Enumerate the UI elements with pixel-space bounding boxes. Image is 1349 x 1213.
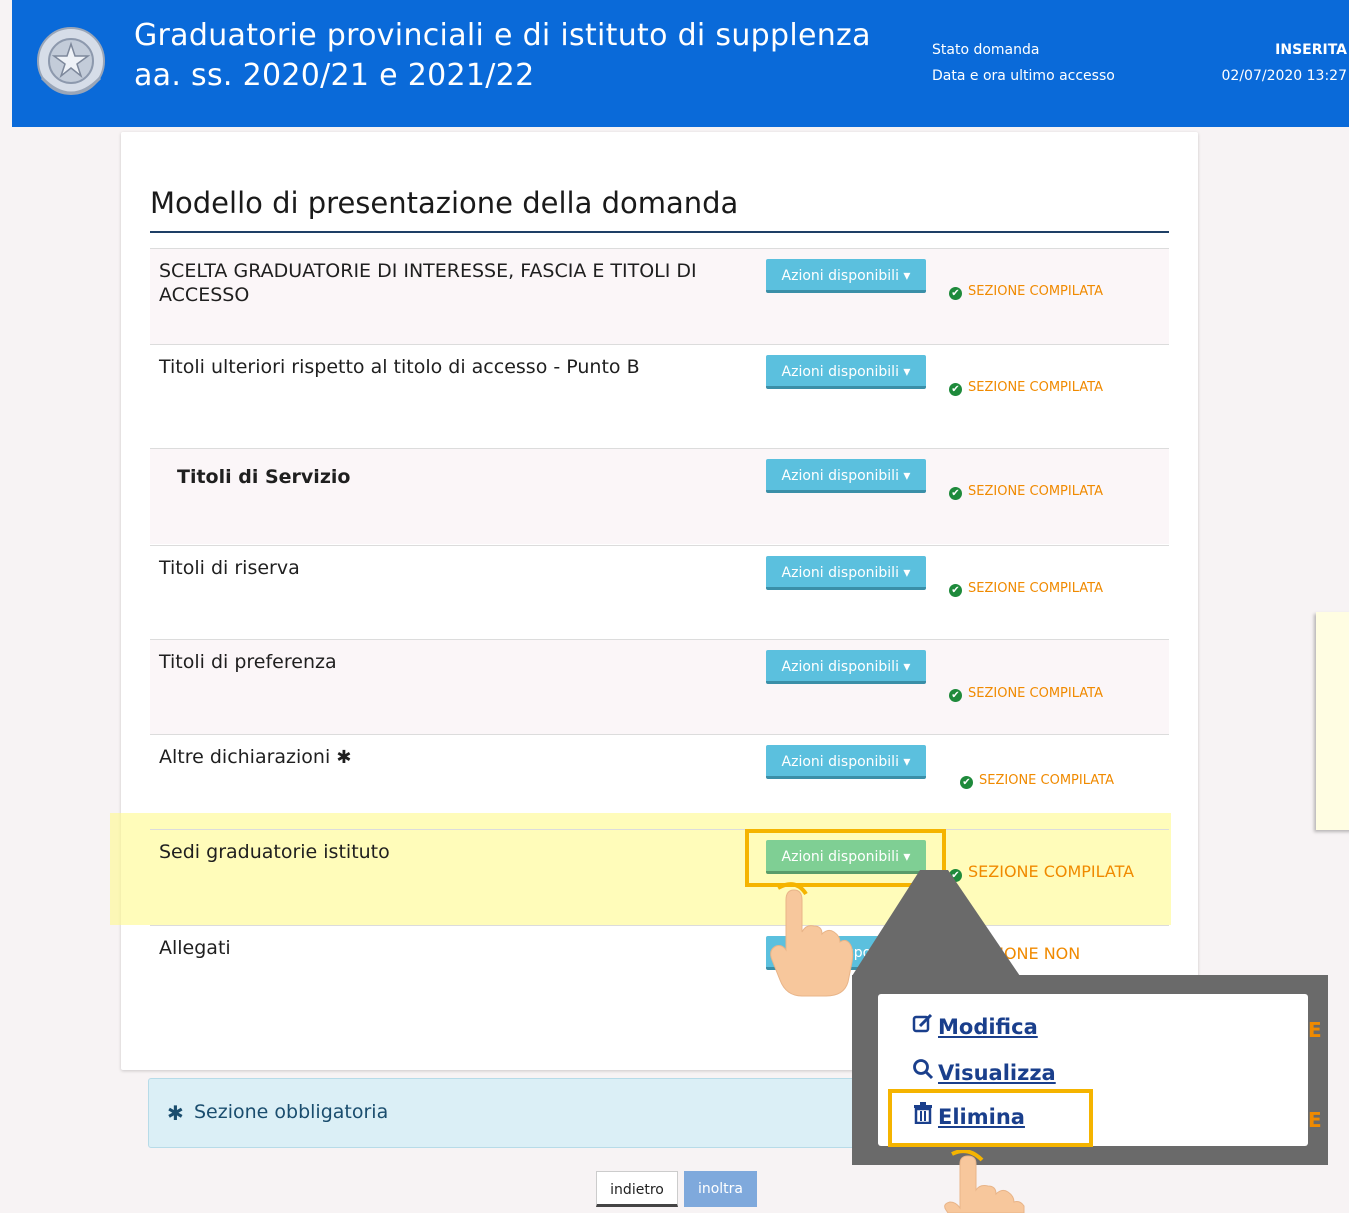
last-access-value: 02/07/2020 13:27 <box>1221 68 1348 84</box>
title-divider <box>150 231 1169 233</box>
section-status: ✔ SEZIONE COMPILATA <box>949 581 1103 597</box>
actions-dropdown-button[interactable]: Azioni disponibili ▾ <box>766 745 926 779</box>
app-header: Graduatorie provinciali e di istituto di… <box>12 0 1349 127</box>
check-icon: ✔ <box>949 584 962 597</box>
section-row: Sedi graduatorie istituto Azioni disponi… <box>150 829 1169 925</box>
section-status: SEZIONE NON <box>968 944 1081 963</box>
menu-item-visualizza[interactable]: Visualizza <box>912 1058 1056 1085</box>
section-row: Titoli di riserva Azioni disponibili ▾ ✔… <box>150 545 1169 641</box>
check-icon: ✔ <box>949 869 962 882</box>
cut-off-mark: E <box>1308 1108 1322 1132</box>
back-button[interactable]: indietro <box>596 1171 678 1207</box>
elimina-highlight-box <box>888 1089 1093 1147</box>
section-row: Titoli di preferenza Azioni disponibili … <box>150 639 1169 735</box>
section-label: Titoli ulteriori rispetto al titolo di a… <box>159 356 640 378</box>
check-icon: ✔ <box>949 487 962 500</box>
actions-dropdown-button[interactable]: Azioni disponibili ▾ <box>766 259 926 293</box>
actions-dropdown-button[interactable]: Azioni disponibili ▾ <box>766 355 926 389</box>
section-status: ✔ SEZIONE COMPILATA <box>949 484 1103 500</box>
status-label: Stato domanda <box>932 42 1040 58</box>
section-label: Titoli di Servizio <box>177 466 351 488</box>
mandatory-icon: ✱ <box>336 747 352 768</box>
section-row: Titoli ulteriori rispetto al titolo di a… <box>150 344 1169 440</box>
menu-item-modifica[interactable]: Modifica <box>912 1013 1038 1039</box>
mandatory-note: ✱ Sezione obbligatoria <box>148 1078 880 1148</box>
section-label: SCELTA GRADUATORIE DI INTERESSE, FASCIA … <box>159 260 697 306</box>
republic-emblem-icon <box>37 27 105 95</box>
hand-pointer-icon <box>944 1150 1025 1213</box>
section-status: ✔ SEZIONE COMPILATA <box>960 773 1114 789</box>
section-row: Titoli di Servizio Azioni disponibili ▾ … <box>150 448 1169 544</box>
edit-icon <box>912 1013 938 1039</box>
app-title: Graduatorie provinciali e di istituto di… <box>134 18 871 93</box>
search-icon <box>912 1058 938 1085</box>
section-status: ✔ SEZIONE COMPILATA <box>949 284 1103 300</box>
section-label: Titoli di preferenza <box>159 651 337 673</box>
asterisk-icon: ✱ <box>167 1101 184 1125</box>
page-title: Modello di presentazione della domanda <box>150 186 739 220</box>
hand-pointer-icon <box>770 882 854 997</box>
section-label: Titoli di riserva <box>159 557 300 579</box>
section-status: ✔ SEZIONE COMPILATA <box>949 862 1134 882</box>
check-icon: ✔ <box>949 287 962 300</box>
status-value: INSERITA <box>1275 42 1347 58</box>
section-status: ✔ SEZIONE COMPILATA <box>949 686 1103 702</box>
actions-dropdown-button[interactable]: Azioni disponibili ▾ <box>766 556 926 590</box>
highlight-box <box>745 829 946 887</box>
send-button[interactable]: inoltra <box>684 1171 757 1207</box>
section-label: Altre dichiarazioni ✱ <box>159 746 352 768</box>
section-label: Allegati <box>159 937 231 959</box>
cut-off-mark: E <box>1308 1018 1322 1042</box>
side-panel <box>1316 612 1349 830</box>
note-text: Sezione obbligatoria <box>194 1101 389 1123</box>
check-icon: ✔ <box>960 776 973 789</box>
section-row: SCELTA GRADUATORIE DI INTERESSE, FASCIA … <box>150 248 1169 344</box>
last-access-label: Data e ora ultimo accesso <box>932 68 1115 84</box>
section-label: Sedi graduatorie istituto <box>159 841 390 863</box>
check-icon: ✔ <box>949 689 962 702</box>
actions-dropdown-button[interactable]: Azioni disponibili ▾ <box>766 650 926 684</box>
actions-dropdown-button[interactable]: Azioni disponibili ▾ <box>766 459 926 493</box>
check-icon: ✔ <box>949 383 962 396</box>
section-status: ✔ SEZIONE COMPILATA <box>949 380 1103 396</box>
